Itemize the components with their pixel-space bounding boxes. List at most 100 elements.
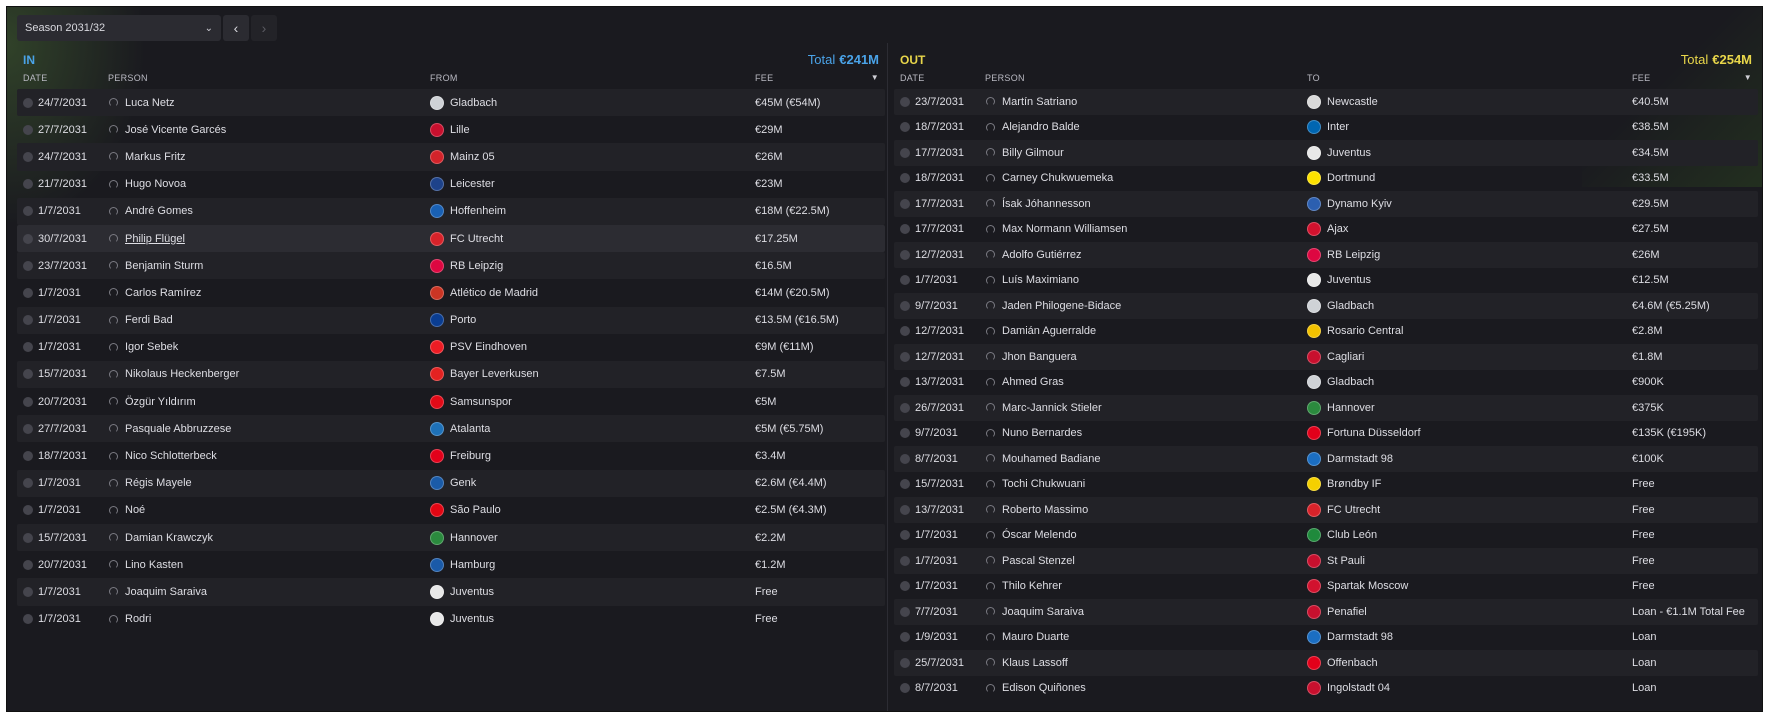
club-name-link[interactable]: Darmstadt 98 bbox=[1327, 631, 1393, 643]
player-name-link[interactable]: Damián Aguerralde bbox=[1002, 325, 1096, 337]
club-name-link[interactable]: Spartak Moscow bbox=[1327, 580, 1408, 592]
club-name-link[interactable]: Porto bbox=[450, 314, 476, 326]
player-name-link[interactable]: Roberto Massimo bbox=[1002, 504, 1088, 516]
club-name-link[interactable]: Leicester bbox=[450, 178, 495, 190]
transfer-row[interactable]: 15/7/2031 Damian Krawczyk Hannover €2.2M bbox=[17, 524, 885, 552]
player-name-link[interactable]: Hugo Novoa bbox=[125, 178, 186, 190]
player-name-link[interactable]: Nuno Bernardes bbox=[1002, 427, 1082, 439]
club-name-link[interactable]: Dortmund bbox=[1327, 172, 1375, 184]
player-name-link[interactable]: Óscar Melendo bbox=[1002, 529, 1077, 541]
player-name-link[interactable]: Martín Satriano bbox=[1002, 96, 1077, 108]
transfer-row[interactable]: 1/7/2031 André Gomes Hoffenheim €18M (€22.5… bbox=[17, 197, 885, 225]
club-name-link[interactable]: Brøndby IF bbox=[1327, 478, 1381, 490]
transfer-row[interactable]: 1/7/2031 Noé São Paulo €2.5M (€4.3M) bbox=[17, 497, 885, 524]
club-name-link[interactable]: Inter bbox=[1327, 121, 1349, 133]
club-name-link[interactable]: Hoffenheim bbox=[450, 205, 506, 217]
transfer-row[interactable]: 1/7/2031 Thilo Kehrer Spartak Moscow Free bbox=[894, 574, 1758, 600]
transfer-row[interactable]: 1/7/2031 Régis Mayele Genk €2.6M (€4.4M) bbox=[17, 469, 885, 497]
player-name-link[interactable]: Edison Quiñones bbox=[1002, 682, 1086, 694]
club-name-link[interactable]: Hamburg bbox=[450, 559, 495, 571]
transfer-row[interactable]: 13/7/2031 Roberto Massimo FC Utrecht Free bbox=[894, 497, 1758, 523]
in-header-date[interactable]: DATE bbox=[17, 73, 106, 83]
player-name-link[interactable]: Markus Fritz bbox=[125, 151, 186, 163]
player-name-link[interactable]: Benjamin Sturm bbox=[125, 260, 203, 272]
player-name-link[interactable]: Lino Kasten bbox=[125, 559, 183, 571]
club-name-link[interactable]: PSV Eindhoven bbox=[450, 341, 527, 353]
player-name-link[interactable]: Noé bbox=[125, 504, 145, 516]
transfer-row[interactable]: 9/7/2031 Jaden Philogene-Bidace Gladbach €4… bbox=[894, 293, 1758, 319]
player-name-link[interactable]: Adolfo Gutiérrez bbox=[1002, 249, 1081, 261]
transfer-row[interactable]: 12/7/2031 Damián Aguerralde Rosario Centra… bbox=[894, 319, 1758, 345]
out-header-to[interactable]: TO bbox=[1307, 73, 1632, 83]
club-name-link[interactable]: Bayer Leverkusen bbox=[450, 368, 539, 380]
player-name-link[interactable]: Özgür Yıldırım bbox=[125, 396, 196, 408]
club-name-link[interactable]: Rosario Central bbox=[1327, 325, 1403, 337]
transfer-row[interactable]: 15/7/2031 Nikolaus Heckenberger Bayer Leve… bbox=[17, 360, 885, 389]
player-name-link[interactable]: Igor Sebek bbox=[125, 341, 178, 353]
player-name-link[interactable]: Ísak Jóhannesson bbox=[1002, 198, 1091, 210]
transfer-row[interactable]: 27/7/2031 Pasquale Abbruzzese Atalanta €5M … bbox=[17, 415, 885, 443]
player-name-link[interactable]: Klaus Lassoff bbox=[1002, 657, 1068, 669]
club-name-link[interactable]: Freiburg bbox=[450, 450, 491, 462]
player-name-link[interactable]: Max Normann Williamsen bbox=[1002, 223, 1127, 235]
club-name-link[interactable]: Juventus bbox=[1327, 274, 1371, 286]
club-name-link[interactable]: St Pauli bbox=[1327, 555, 1365, 567]
player-name-link[interactable]: Ferdi Bad bbox=[125, 314, 173, 326]
transfer-row[interactable]: 18/7/2031 Nico Schlotterbeck Freiburg €3.4M bbox=[17, 442, 885, 469]
club-name-link[interactable]: Atlético de Madrid bbox=[450, 287, 538, 299]
player-name-link[interactable]: José Vicente Garcés bbox=[125, 124, 226, 136]
club-name-link[interactable]: Cagliari bbox=[1327, 351, 1364, 363]
transfer-row[interactable]: 9/7/2031 Nuno Bernardes Fortuna Düsseldorf… bbox=[894, 421, 1758, 447]
player-name-link[interactable]: Tochi Chukwuani bbox=[1002, 478, 1085, 490]
transfer-row[interactable]: 25/7/2031 Klaus Lassoff Offenbach Loan bbox=[894, 650, 1758, 676]
out-header-person[interactable]: PERSON bbox=[983, 73, 1307, 83]
player-name-link[interactable]: Carlos Ramírez bbox=[125, 287, 201, 299]
club-name-link[interactable]: Dynamo Kyiv bbox=[1327, 198, 1392, 210]
club-name-link[interactable]: Ajax bbox=[1327, 223, 1348, 235]
transfer-row[interactable]: 23/7/2031 Benjamin Sturm RB Leipzig €16.5M bbox=[17, 252, 885, 280]
club-name-link[interactable]: FC Utrecht bbox=[450, 233, 503, 245]
transfer-row[interactable]: 17/7/2031 Ísak Jóhannesson Dynamo Kyiv €29.… bbox=[894, 191, 1758, 217]
player-name-link[interactable]: Billy Gilmour bbox=[1002, 147, 1064, 159]
transfer-row[interactable]: 21/7/2031 Hugo Novoa Leicester €23M bbox=[17, 171, 885, 198]
transfer-row[interactable]: 1/7/2031 Óscar Melendo Club León Free bbox=[894, 523, 1758, 549]
transfer-row[interactable]: 17/7/2031 Max Normann Williamsen Ajax €27.5… bbox=[894, 217, 1758, 243]
club-name-link[interactable]: Ingolstadt 04 bbox=[1327, 682, 1390, 694]
out-header-fee[interactable]: FEE ▼ bbox=[1632, 73, 1758, 83]
club-name-link[interactable]: Fortuna Düsseldorf bbox=[1327, 427, 1421, 439]
player-name-link[interactable]: Jhon Banguera bbox=[1002, 351, 1077, 363]
transfer-row[interactable]: 1/7/2031 Ferdi Bad Porto €13.5M (€16.5M) bbox=[17, 306, 885, 334]
previous-season-button[interactable]: ‹ bbox=[223, 15, 249, 41]
club-name-link[interactable]: Mainz 05 bbox=[450, 151, 495, 163]
player-name-link[interactable]: Mauro Duarte bbox=[1002, 631, 1069, 643]
transfer-row[interactable]: 8/7/2031 Edison Quiñones Ingolstadt 04 Loan bbox=[894, 676, 1758, 702]
in-header-from[interactable]: FROM bbox=[430, 73, 755, 83]
player-name-link[interactable]: Luís Maximiano bbox=[1002, 274, 1079, 286]
club-name-link[interactable]: Darmstadt 98 bbox=[1327, 453, 1393, 465]
transfer-row[interactable]: 15/7/2031 Tochi Chukwuani Brøndby IF Free bbox=[894, 472, 1758, 498]
player-name-link[interactable]: Damian Krawczyk bbox=[125, 532, 213, 544]
transfer-row[interactable]: 24/7/2031 Luca Netz Gladbach €45M (€54M) bbox=[17, 89, 885, 117]
club-name-link[interactable]: Hannover bbox=[1327, 402, 1375, 414]
player-name-link[interactable]: Jaden Philogene-Bidace bbox=[1002, 300, 1121, 312]
out-header-date[interactable]: DATE bbox=[894, 73, 983, 83]
player-name-link[interactable]: Régis Mayele bbox=[125, 477, 192, 489]
club-name-link[interactable]: Hannover bbox=[450, 532, 498, 544]
in-header-fee[interactable]: FEE ▼ bbox=[755, 73, 885, 83]
player-name-link[interactable]: Pascal Stenzel bbox=[1002, 555, 1075, 567]
club-name-link[interactable]: RB Leipzig bbox=[1327, 249, 1380, 261]
season-dropdown[interactable]: Season 2031/32 ⌄ bbox=[17, 15, 221, 41]
transfer-row[interactable]: 26/7/2031 Marc-Jannick Stieler Hannover €37… bbox=[894, 395, 1758, 421]
transfer-row[interactable]: 12/7/2031 Adolfo Gutiérrez RB Leipzig €26M bbox=[894, 242, 1758, 268]
player-name-link[interactable]: Luca Netz bbox=[125, 97, 175, 109]
club-name-link[interactable]: Juventus bbox=[450, 613, 494, 625]
transfer-row[interactable]: 18/7/2031 Alejandro Balde Inter €38.5M bbox=[894, 115, 1758, 141]
transfer-row[interactable]: 20/7/2031 Lino Kasten Hamburg €1.2M bbox=[17, 551, 885, 578]
club-name-link[interactable]: Gladbach bbox=[1327, 376, 1374, 388]
player-name-link[interactable]: Pasquale Abbruzzese bbox=[125, 423, 231, 435]
club-name-link[interactable]: Gladbach bbox=[450, 97, 497, 109]
transfer-row[interactable]: 8/7/2031 Mouhamed Badiane Darmstadt 98 €100… bbox=[894, 446, 1758, 472]
club-name-link[interactable]: Club León bbox=[1327, 529, 1377, 541]
transfer-row[interactable]: 1/7/2031 Pascal Stenzel St Pauli Free bbox=[894, 548, 1758, 574]
transfer-row[interactable]: 1/7/2031 Rodri Juventus Free bbox=[17, 606, 885, 633]
